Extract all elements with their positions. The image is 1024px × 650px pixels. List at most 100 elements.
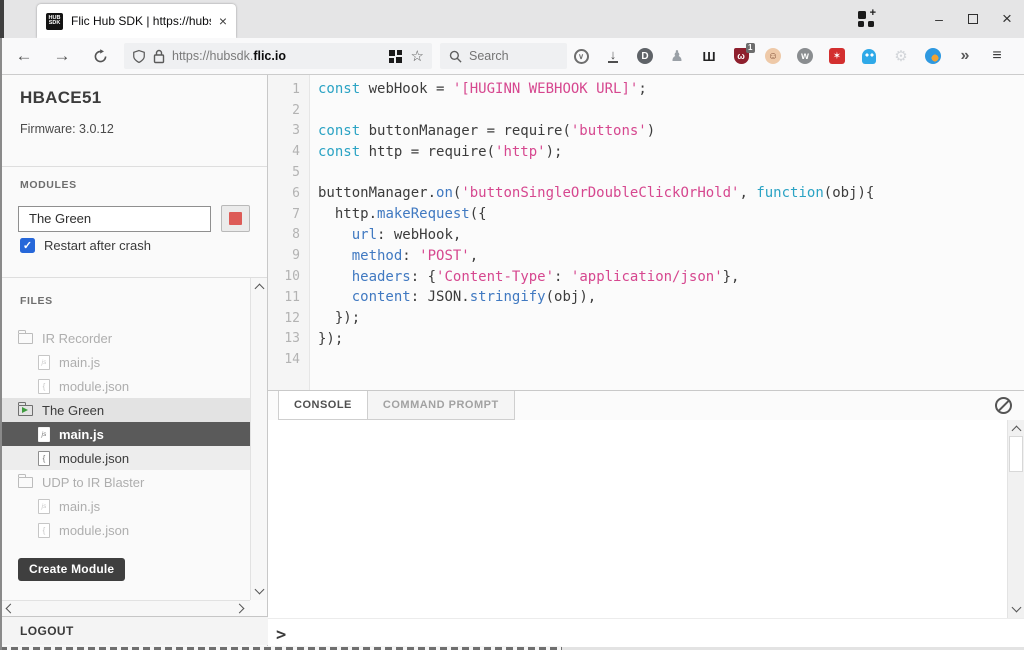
search-bar[interactable]: Search xyxy=(440,43,567,69)
line-number: 2 xyxy=(268,103,310,118)
duckduckgo-icon[interactable]: D xyxy=(636,47,654,65)
folder-icon xyxy=(18,477,33,488)
tracking-shield-icon[interactable] xyxy=(132,49,146,64)
menu-icon[interactable]: ≡ xyxy=(988,47,1006,65)
scrollbar-thumb[interactable] xyxy=(1009,436,1023,472)
clear-console-icon[interactable] xyxy=(995,397,1012,414)
console-tab-command-prompt[interactable]: COMMAND PROMPT xyxy=(368,391,515,420)
divider xyxy=(0,277,267,278)
file-label: main.js xyxy=(59,427,104,442)
line-number: 8 xyxy=(268,227,310,242)
monkey-extension-icon[interactable]: ☺ xyxy=(764,47,782,65)
code-line[interactable]: 2 xyxy=(268,100,1024,121)
lock-icon[interactable] xyxy=(153,49,165,64)
robot-extension-icon[interactable]: ♟ xyxy=(668,47,686,65)
code-line[interactable]: 4const http = require('http'); xyxy=(268,141,1024,162)
minimize-button[interactable]: – xyxy=(922,0,956,38)
files-horizontal-scrollbar[interactable] xyxy=(0,600,250,616)
maximize-button[interactable] xyxy=(956,0,990,38)
code-editor[interactable]: 1const webHook = '[HUGINN WEBHOOK URL]';… xyxy=(268,75,1024,390)
scroll-left-icon[interactable] xyxy=(6,604,16,614)
wand-extension-icon[interactable]: ✶ xyxy=(828,47,846,65)
logout-button[interactable]: LOGOUT xyxy=(0,616,268,645)
flic-hub-sdk-favicon: HUBSDK xyxy=(46,13,63,30)
code-line[interactable]: 14 xyxy=(268,349,1024,370)
scroll-right-icon[interactable] xyxy=(235,604,245,614)
code-line[interactable]: 11 content: JSON.stringify(obj), xyxy=(268,287,1024,308)
file-tree-item-the-green[interactable]: The Green xyxy=(0,398,250,422)
code-text: const http = require('http'); xyxy=(310,144,562,160)
file-tree-item-module-json[interactable]: {module.json xyxy=(0,518,250,542)
scroll-down-icon[interactable] xyxy=(255,585,265,595)
window-titlebar: HUBSDK Flic Hub SDK | https://hubsdk.fl … xyxy=(0,0,1024,38)
code-line[interactable]: 10 headers: {'Content-Type': 'applicatio… xyxy=(268,266,1024,287)
file-tree-item-module-json[interactable]: {module.json xyxy=(0,446,250,470)
console-output xyxy=(268,420,1024,618)
shield-extension-icon[interactable]: ω1 xyxy=(732,47,750,65)
maximize-icon xyxy=(968,14,978,24)
close-button[interactable]: × xyxy=(990,0,1024,38)
file-tree-item-ir-recorder[interactable]: IR Recorder xyxy=(0,326,250,350)
url-text: https://hubsdk.flic.io xyxy=(172,49,286,63)
page-action-grid-icon[interactable] xyxy=(389,50,402,63)
address-bar[interactable]: https://hubsdk.flic.io ☆ xyxy=(124,43,432,69)
back-button[interactable]: ← xyxy=(8,38,40,74)
file-tree-item-main-js[interactable]: jsmain.js xyxy=(0,494,250,518)
scroll-up-icon[interactable] xyxy=(255,284,265,294)
restart-after-crash-checkbox[interactable] xyxy=(20,238,35,253)
tab-groups-icon[interactable]: + xyxy=(858,10,876,28)
file-tree-item-main-js[interactable]: jsmain.js xyxy=(0,350,250,374)
wappalyzer-icon[interactable]: Ш xyxy=(700,47,718,65)
create-module-button[interactable]: Create Module xyxy=(18,558,125,581)
file-tree-item-module-json[interactable]: {module.json xyxy=(0,374,250,398)
file-label: module.json xyxy=(59,451,129,466)
console-prompt-icon: > xyxy=(276,625,286,645)
file-label: UDP to IR Blaster xyxy=(42,475,144,490)
download-icon[interactable]: ↓ xyxy=(604,47,622,65)
badge-count: 1 xyxy=(746,43,755,53)
code-line[interactable]: 5 xyxy=(268,162,1024,183)
code-text: http.makeRequest({ xyxy=(310,206,487,222)
line-number: 3 xyxy=(268,123,310,138)
code-text: }); xyxy=(310,310,360,326)
console-tab-bar: CONSOLECOMMAND PROMPT xyxy=(268,390,1024,420)
disabled-extension-icon[interactable]: ⚙ xyxy=(892,47,910,65)
code-line[interactable]: 1const webHook = '[HUGINN WEBHOOK URL]'; xyxy=(268,79,1024,100)
ghostery-icon[interactable] xyxy=(860,47,878,65)
code-line[interactable]: 3const buttonManager = require('buttons'… xyxy=(268,121,1024,142)
scroll-down-icon[interactable] xyxy=(1012,603,1022,613)
code-line[interactable]: 8 url: webHook, xyxy=(268,225,1024,246)
tab-close-icon[interactable]: × xyxy=(219,14,227,28)
forward-button[interactable]: → xyxy=(46,38,78,74)
blue-extension-icon[interactable] xyxy=(924,47,942,65)
folder-running-icon xyxy=(18,405,33,416)
file-tree-item-udp-to-ir-blaster[interactable]: UDP to IR Blaster xyxy=(0,470,250,494)
code-line[interactable]: 7 http.makeRequest({ xyxy=(268,204,1024,225)
code-line[interactable]: 12 }); xyxy=(268,308,1024,329)
code-line[interactable]: 6buttonManager.on('buttonSingleOrDoubleC… xyxy=(268,183,1024,204)
tab-title: Flic Hub SDK | https://hubsdk.fl xyxy=(71,14,211,28)
scroll-up-icon[interactable] xyxy=(1012,426,1022,436)
code-line[interactable]: 13}); xyxy=(268,329,1024,350)
code-text: method: 'POST', xyxy=(310,248,478,264)
bookmark-star-icon[interactable]: ☆ xyxy=(411,49,424,64)
wave-extension-icon[interactable]: w xyxy=(796,47,814,65)
stop-module-button[interactable] xyxy=(221,205,250,232)
folder-icon xyxy=(18,333,33,344)
pocket-icon[interactable]: ∨ xyxy=(572,47,590,65)
overflow-chevron-icon[interactable]: » xyxy=(956,47,974,65)
file-label: The Green xyxy=(42,403,104,418)
console-scrollbar[interactable] xyxy=(1007,420,1024,618)
file-tree-item-main-js[interactable]: jsmain.js xyxy=(0,422,250,446)
module-select[interactable]: The Green xyxy=(18,206,211,232)
code-lines: 1const webHook = '[HUGINN WEBHOOK URL]';… xyxy=(268,79,1024,370)
firmware-version: Firmware: 3.0.12 xyxy=(20,122,114,136)
files-vertical-scrollbar[interactable] xyxy=(250,278,267,600)
reload-button[interactable] xyxy=(84,38,116,74)
modules-section-label: MODULES xyxy=(20,179,77,191)
console-tabs: CONSOLECOMMAND PROMPT xyxy=(278,391,515,420)
browser-tab[interactable]: HUBSDK Flic Hub SDK | https://hubsdk.fl … xyxy=(37,4,236,38)
json-file-icon: { xyxy=(38,523,50,538)
code-line[interactable]: 9 method: 'POST', xyxy=(268,245,1024,266)
console-tab-console[interactable]: CONSOLE xyxy=(278,391,368,420)
